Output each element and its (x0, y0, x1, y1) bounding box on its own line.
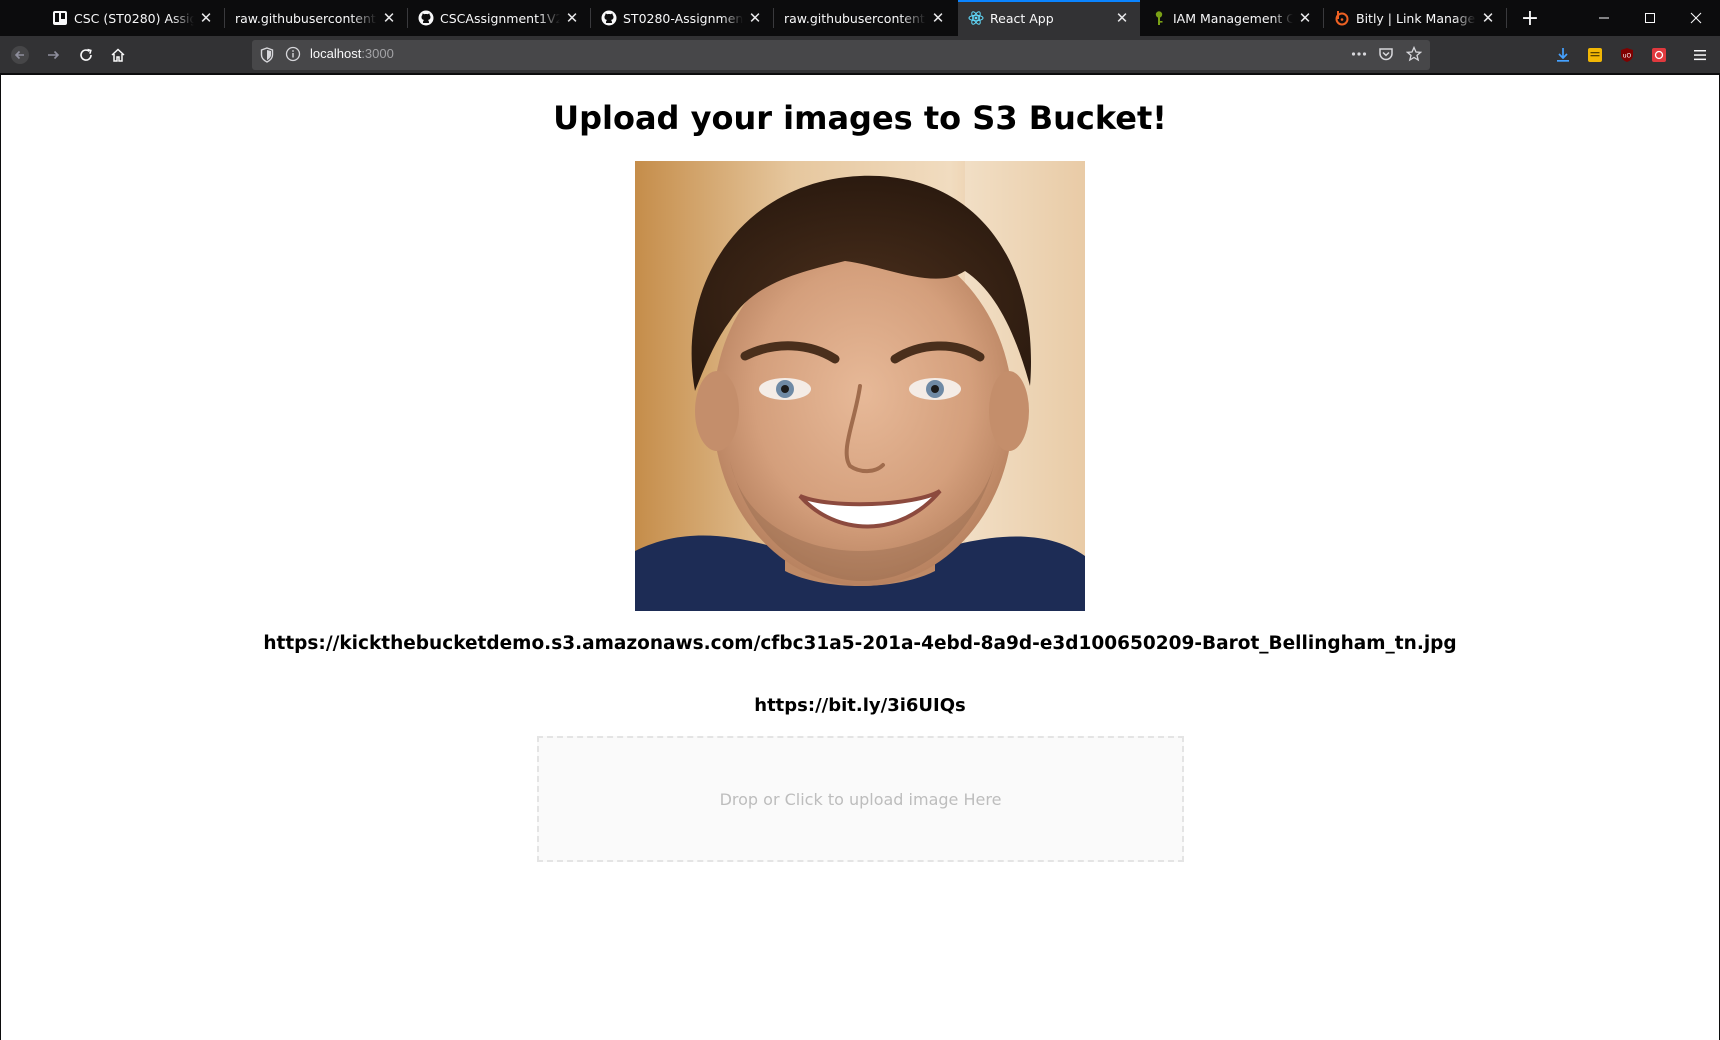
navigation-toolbar: localhost:3000 uO (0, 36, 1720, 74)
close-icon[interactable]: ✕ (560, 6, 584, 30)
menu-button[interactable] (1690, 45, 1710, 65)
tab-label: CSCAssignment1V2/Do (440, 10, 560, 26)
puzzle-extension-icon (1652, 48, 1666, 62)
minimize-button[interactable] (1582, 0, 1626, 36)
tab-csc-trello[interactable]: CSC (ST0280) Assignme ✕ (42, 0, 224, 36)
tab-github-st0280[interactable]: ST0280-Assignment-1/ ✕ (591, 0, 773, 36)
arrow-right-icon (48, 50, 60, 60)
forward-button[interactable] (37, 39, 69, 71)
home-icon (111, 48, 125, 62)
downloads-button[interactable] (1553, 45, 1573, 65)
s3-image-url[interactable]: https://kickthebucketdemo.s3.amazonaws.c… (1, 633, 1719, 654)
bookmark-star-icon[interactable] (1405, 45, 1423, 66)
site-info-icon[interactable] (285, 46, 301, 66)
aws-key-icon (1151, 10, 1167, 26)
github-icon (601, 10, 617, 26)
trello-icon (52, 10, 68, 26)
extension-button-red[interactable] (1649, 45, 1669, 65)
tracking-shield-icon[interactable] (260, 47, 274, 67)
url-host: localhost (310, 46, 362, 61)
tab-label: Bitly | Link Managemen (1356, 10, 1476, 26)
tab-label: CSC (ST0280) Assignme (74, 10, 194, 26)
uploaded-image (635, 161, 1085, 611)
maximize-button[interactable] (1628, 0, 1672, 36)
page-title: Upload your images to S3 Bucket! (553, 99, 1167, 137)
tab-github-cscassignment[interactable]: CSCAssignment1V2/Do ✕ (408, 0, 590, 36)
hamburger-menu-icon (1694, 50, 1706, 61)
tab-label: IAM Management Con (1173, 10, 1293, 26)
reload-icon (80, 48, 92, 61)
ublock-origin-button[interactable]: uO (1617, 45, 1637, 65)
tab-raw-github-2[interactable]: raw.githubusercontent.com ✕ (774, 0, 956, 36)
tab-raw-github-1[interactable]: raw.githubusercontent.com ✕ (225, 0, 407, 36)
close-icon[interactable]: ✕ (1293, 6, 1317, 30)
close-icon[interactable]: ✕ (377, 6, 401, 30)
close-icon[interactable]: ✕ (1110, 6, 1134, 30)
portrait-photo-icon (635, 161, 1085, 611)
tab-separator (1506, 8, 1507, 28)
upload-dropzone[interactable]: Drop or Click to upload image Here (537, 736, 1184, 862)
close-icon[interactable]: ✕ (926, 6, 950, 30)
url-bar[interactable]: localhost:3000 (252, 40, 1430, 70)
tab-iam-management[interactable]: IAM Management Con ✕ (1141, 0, 1323, 36)
bitly-icon (1334, 10, 1350, 26)
tab-react-app[interactable]: React App ✕ (958, 0, 1140, 36)
plus-icon: + (1520, 5, 1540, 31)
react-icon (968, 10, 984, 26)
tab-label: React App (990, 10, 1054, 26)
back-button[interactable] (4, 39, 36, 71)
page-content: Upload your images to S3 Bucket! https:/… (1, 75, 1719, 1040)
short-url[interactable]: https://bit.ly/3i6UIQs (1, 695, 1719, 716)
close-icon[interactable]: ✕ (743, 6, 767, 30)
svg-text:uO: uO (1623, 53, 1632, 60)
page-actions-icon[interactable] (1350, 45, 1368, 67)
tab-label: ST0280-Assignment-1/ (623, 10, 743, 26)
github-icon (418, 10, 434, 26)
ublock-icon: uO (1621, 48, 1633, 62)
download-arrow-icon (1557, 48, 1569, 62)
tab-label: raw.githubusercontent.com (784, 10, 926, 26)
arrow-left-icon (11, 46, 29, 64)
dropzone-label: Drop or Click to upload image Here (719, 789, 1002, 809)
tab-label: raw.githubusercontent.com (235, 10, 377, 26)
close-icon[interactable]: ✕ (194, 6, 218, 30)
new-tab-button[interactable]: + (1512, 0, 1548, 36)
url-port: :3000 (361, 46, 394, 61)
home-button[interactable] (102, 39, 134, 71)
extension-button-yellow[interactable] (1585, 45, 1605, 65)
close-window-button[interactable] (1674, 0, 1718, 36)
url-text[interactable]: localhost:3000 (310, 46, 394, 61)
tab-strip: CSC (ST0280) Assignme ✕ raw.githubuserco… (0, 0, 1720, 36)
close-icon[interactable]: ✕ (1476, 6, 1500, 30)
pocket-icon[interactable] (1378, 46, 1394, 66)
notes-extension-icon (1588, 48, 1602, 62)
reload-button[interactable] (70, 39, 102, 71)
tab-bitly[interactable]: Bitly | Link Managemen ✕ (1324, 0, 1506, 36)
